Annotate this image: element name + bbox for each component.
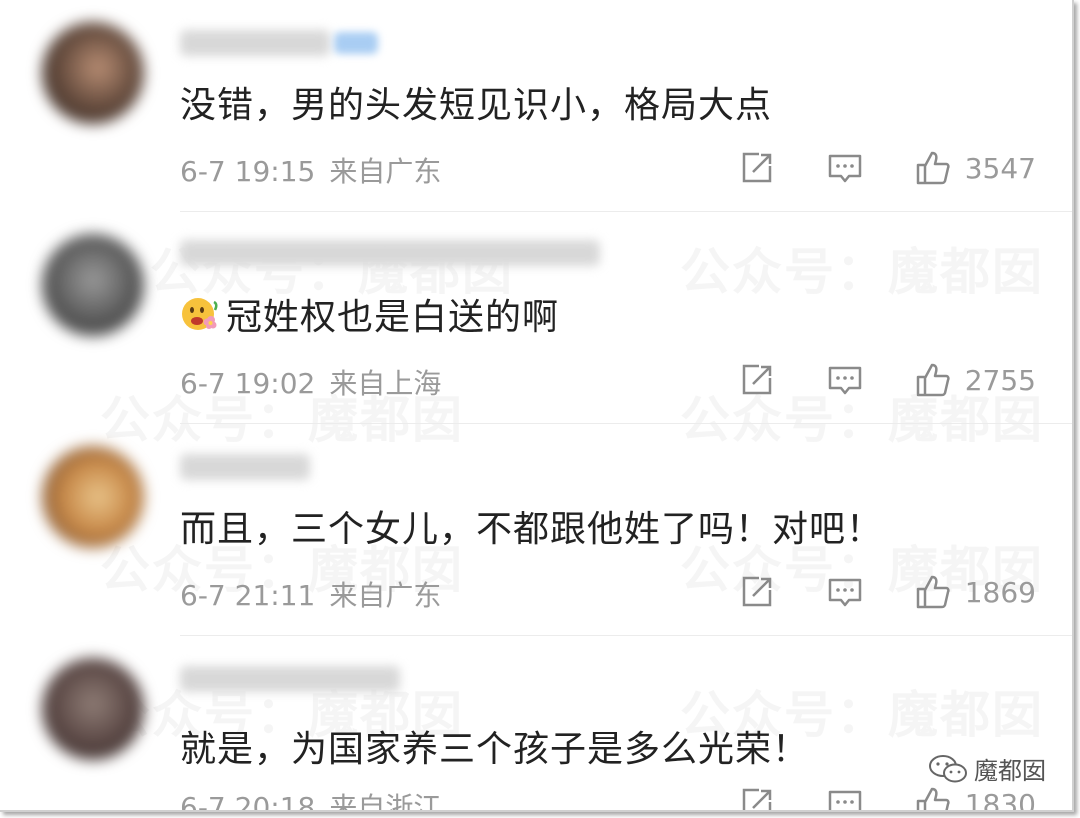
comment-location: 来自上海 xyxy=(329,367,442,400)
comment-item: 而且，三个女儿，不都跟他姓了吗！对吧！ 6-7 21:11 来自广东 1869 xyxy=(0,424,1072,636)
like-count: 1869 xyxy=(964,575,1036,609)
share-icon[interactable] xyxy=(739,150,775,186)
comment-date: 6-7 19:02 xyxy=(180,367,316,400)
share-icon[interactable] xyxy=(739,786,775,812)
comment-item: 就是，为国家养三个孩子是多么光荣！ 6-7 20:18 来自浙江 1830 xyxy=(0,636,1072,812)
comment-icon[interactable] xyxy=(827,574,863,610)
username-blurred[interactable] xyxy=(180,240,600,266)
comment-meta: 6-7 20:18 来自浙江 xyxy=(180,786,442,812)
username-blurred[interactable] xyxy=(180,30,330,56)
like-button[interactable]: 2755 xyxy=(915,362,1036,398)
comment-date: 6-7 21:11 xyxy=(180,579,316,612)
comment-text: 没错，男的头发短见识小，格局大点 xyxy=(180,85,773,126)
comment-text: 冠姓权也是白送的啊 xyxy=(180,288,559,340)
avatar[interactable] xyxy=(42,658,144,760)
comment-actions: 1830 xyxy=(739,784,1036,812)
account-badge-label: 魔都囡 xyxy=(974,757,1046,785)
like-count: 1830 xyxy=(964,787,1036,812)
thumbs-up-icon xyxy=(916,151,950,185)
like-button[interactable]: 3547 xyxy=(915,150,1036,186)
comment-item: 冠姓权也是白送的啊 6-7 19:02 来自上海 2755 xyxy=(0,212,1072,424)
comment-actions: 1869 xyxy=(739,572,1036,612)
comment-text: 就是，为国家养三个孩子是多么光荣！ xyxy=(180,729,810,770)
comment-actions: 3547 xyxy=(739,148,1036,188)
share-icon[interactable] xyxy=(739,362,775,398)
like-button[interactable]: 1869 xyxy=(915,574,1036,610)
comment-icon[interactable] xyxy=(827,786,863,812)
comment-item: 没错，男的头发短见识小，格局大点 6-7 19:15 来自广东 3547 xyxy=(0,0,1072,212)
comment-location: 来自广东 xyxy=(329,155,442,188)
user-badge xyxy=(334,32,378,54)
avatar[interactable] xyxy=(42,22,144,124)
account-badge: 魔都囡 xyxy=(928,751,1046,786)
comment-date: 6-7 19:15 xyxy=(180,155,316,188)
comment-location: 来自广东 xyxy=(329,579,442,612)
share-icon[interactable] xyxy=(739,574,775,610)
comment-icon[interactable] xyxy=(827,150,863,186)
comment-meta: 6-7 19:02 来自上海 xyxy=(180,362,441,402)
thumbs-up-icon xyxy=(916,787,950,810)
comment-actions: 2755 xyxy=(739,360,1036,400)
emoji-flower-icon xyxy=(182,298,218,330)
comment-text: 而且，三个女儿，不都跟他姓了吗！对吧！ xyxy=(180,509,884,550)
like-button[interactable]: 1830 xyxy=(915,786,1036,812)
comment-meta: 6-7 19:15 来自广东 xyxy=(180,150,441,190)
thumbs-up-icon xyxy=(916,575,950,609)
avatar[interactable] xyxy=(42,446,144,548)
username-blurred[interactable] xyxy=(180,454,310,480)
comment-location: 来自浙江 xyxy=(329,791,442,812)
comment-meta: 6-7 21:11 来自广东 xyxy=(180,574,441,614)
username-blurred[interactable] xyxy=(180,666,400,692)
wechat-icon xyxy=(929,754,967,782)
comment-icon[interactable] xyxy=(827,362,863,398)
comment-date: 6-7 20:18 xyxy=(180,791,316,812)
like-count: 3547 xyxy=(964,151,1036,185)
like-count: 2755 xyxy=(964,363,1036,397)
avatar[interactable] xyxy=(42,234,144,336)
comment-feed: 公众号：魔都囡 公众号：魔都囡 公众号：魔都囡 公众号：魔都囡 公众号：魔都囡 … xyxy=(0,0,1074,812)
thumbs-up-icon xyxy=(916,363,950,397)
